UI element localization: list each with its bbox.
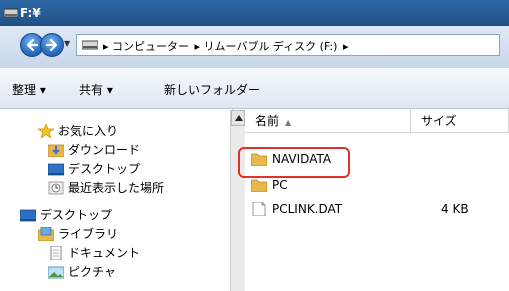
- address-input[interactable]: ▸ コンピューター ▸ リムーバブル ディスク (F:) ▸: [76, 34, 500, 56]
- nav-label-downloads: ダウンロード: [68, 143, 141, 157]
- nav-label-recent-places: 最近表示した場所: [68, 181, 165, 195]
- breadcrumb-expand[interactable]: ▸: [343, 40, 349, 53]
- nav-item-downloads[interactable]: ダウンロード: [48, 141, 140, 159]
- nav-scrollbar[interactable]: [230, 110, 245, 291]
- arrow-left-icon: [26, 38, 39, 52]
- desktop-icon: [48, 163, 64, 175]
- triangle-up-icon: [235, 115, 243, 121]
- command-bar: 整理 ▾ 共有 ▾ 新しいフォルダー: [0, 68, 509, 109]
- drive-icon: [4, 8, 18, 18]
- file-item-pc[interactable]: PC: [251, 176, 288, 194]
- drive-icon: [82, 40, 98, 50]
- sort-ascending-icon: ▲: [285, 118, 292, 127]
- document-icon: [50, 245, 62, 260]
- arrow-right-icon: [45, 38, 58, 52]
- window-title: F:¥: [20, 6, 41, 20]
- navigation-pane: お気に入り ダウンロード デスクトップ 最近表示した場所 デスクトップ ライブラ…: [0, 109, 233, 291]
- nav-item-desktop-favorite[interactable]: デスクトップ: [48, 160, 140, 178]
- breadcrumb-removable-disk[interactable]: ▸ リムーバブル ディスク (F:): [195, 40, 338, 53]
- breadcrumb: ▸ コンピューター ▸ リムーバブル ディスク (F:) ▸: [103, 38, 350, 54]
- column-header-name-label: 名前: [255, 114, 280, 128]
- title-bar: F:¥: [0, 0, 509, 26]
- nav-label-pictures: ピクチャ: [68, 265, 116, 279]
- file-name: PC: [272, 178, 288, 192]
- recent-places-icon: [48, 181, 64, 194]
- address-bar-area: ▼ ▸ コンピューター ▸ リムーバブル ディスク (F:) ▸: [0, 26, 509, 68]
- desktop-icon: [20, 209, 36, 221]
- column-header-size[interactable]: サイズ: [411, 109, 509, 133]
- nav-item-recent-places[interactable]: 最近表示した場所: [48, 179, 164, 197]
- nav-label-libraries: ライブラリ: [58, 227, 119, 241]
- nav-item-libraries[interactable]: ライブラリ: [38, 225, 118, 243]
- nav-item-desktop[interactable]: デスクトップ: [20, 206, 112, 224]
- nav-item-favorites[interactable]: お気に入り: [38, 122, 118, 140]
- breadcrumb-computer[interactable]: ▸ コンピューター: [103, 40, 189, 53]
- nav-item-documents[interactable]: ドキュメント: [48, 244, 140, 262]
- column-header-name[interactable]: 名前 ▲: [245, 109, 411, 133]
- star-icon: [38, 123, 54, 138]
- file-item-pclink[interactable]: PCLINK.DAT: [251, 200, 342, 218]
- file-icon: [252, 201, 266, 216]
- nav-label-desktop-favorite: デスクトップ: [68, 162, 141, 176]
- nav-label-desktop: デスクトップ: [40, 208, 113, 222]
- file-list-pane: 名前 ▲ サイズ NAVIDATA PC PCLINK.DAT 4 KB: [245, 109, 509, 291]
- highlight-annotation: [238, 147, 350, 178]
- file-name: PCLINK.DAT: [272, 202, 343, 216]
- folder-icon: [251, 179, 267, 192]
- file-size: 4 KB: [441, 202, 469, 216]
- recent-pages-dropdown[interactable]: ▼: [64, 39, 70, 48]
- nav-label-favorites: お気に入り: [58, 124, 119, 138]
- nav-item-pictures[interactable]: ピクチャ: [48, 263, 116, 281]
- picture-icon: [48, 266, 64, 278]
- library-icon: [38, 226, 54, 241]
- column-header-size-label: サイズ: [421, 114, 457, 128]
- nav-label-documents: ドキュメント: [68, 246, 141, 260]
- download-folder-icon: [48, 144, 64, 157]
- organize-button[interactable]: 整理 ▾: [12, 81, 46, 98]
- scroll-up-button[interactable]: [231, 110, 245, 126]
- share-button[interactable]: 共有 ▾: [79, 81, 113, 98]
- forward-button[interactable]: [40, 33, 64, 57]
- new-folder-button[interactable]: 新しいフォルダー: [164, 81, 260, 98]
